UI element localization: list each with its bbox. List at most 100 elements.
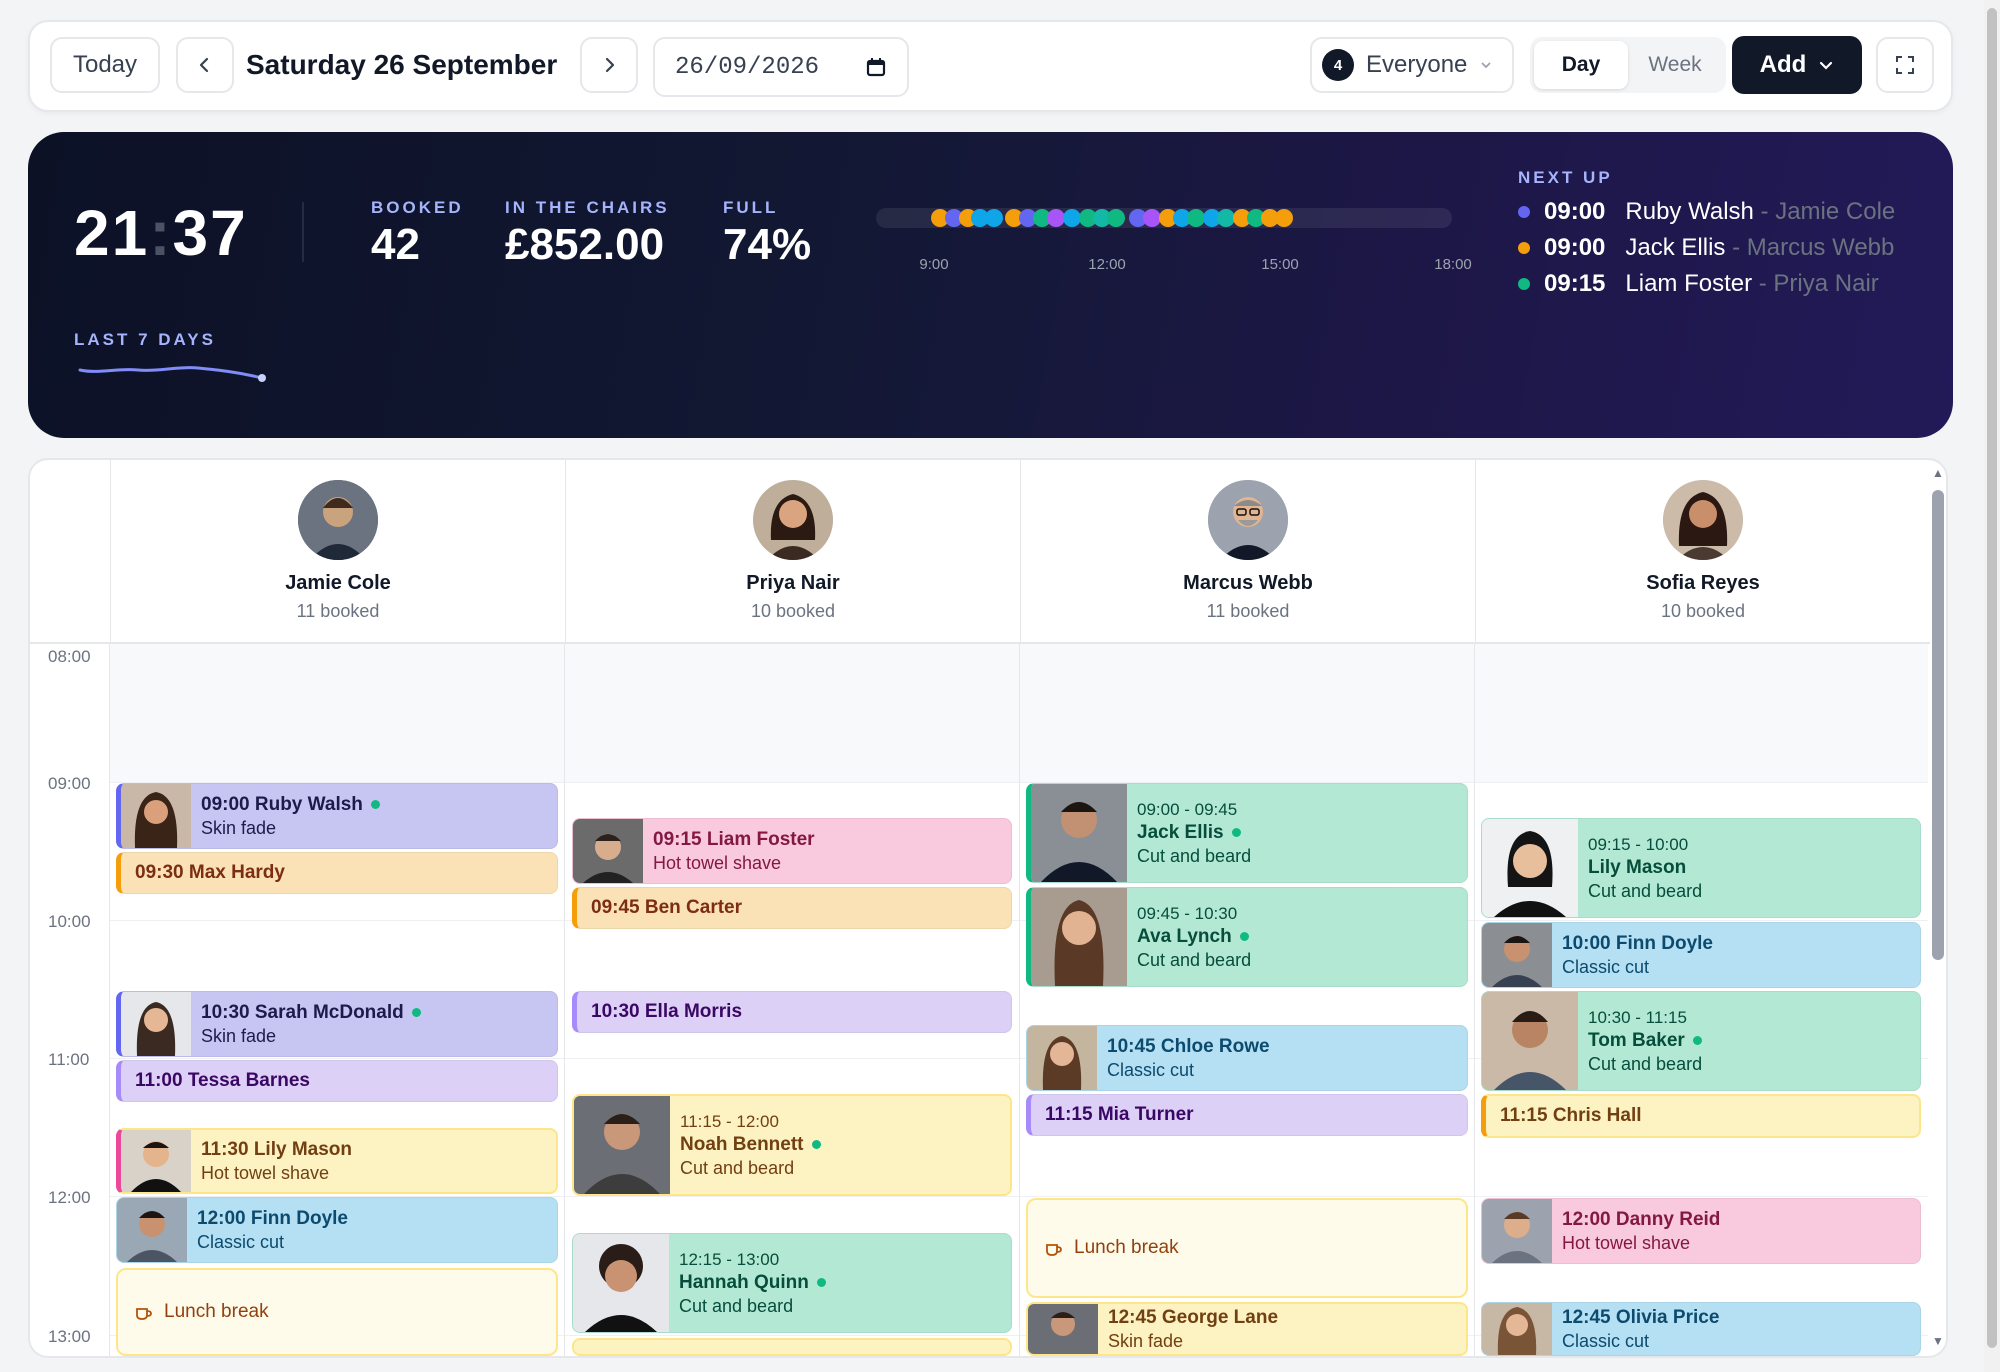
add-button[interactable]: Add: [1732, 36, 1862, 94]
appointment-card[interactable]: 12:00 Danny Reid Hot towel shave: [1481, 1198, 1921, 1264]
client-photo: [1482, 992, 1578, 1090]
appointment-card[interactable]: 09:30 Max Hardy: [116, 852, 558, 894]
client-photo: [1031, 784, 1127, 882]
timeline-tick: 18:00: [1434, 256, 1472, 273]
next-up-item[interactable]: 09:15 Liam Foster - Priya Nair: [1518, 270, 1879, 298]
appointment-card[interactable]: 12:00 Finn Doyle Classic cut: [116, 1197, 558, 1263]
appointment-card[interactable]: 11:15 - 12:00 Noah Bennett Cut and beard: [572, 1094, 1012, 1196]
expand-icon: [1896, 56, 1914, 74]
client-photo: [1482, 1199, 1552, 1263]
appointment-card[interactable]: 11:00 Tessa Barnes: [116, 1060, 558, 1102]
checked-in-dot: [811, 1140, 821, 1149]
appointment-card[interactable]: 10:45 Chloe Rowe Classic cut: [1026, 1025, 1468, 1091]
checked-in-dot: [1231, 828, 1241, 837]
hero-divider: [302, 202, 304, 262]
appointment-card[interactable]: 11:15 Chris Hall: [1481, 1094, 1921, 1138]
calendar-scrollbar-thumb[interactable]: [1932, 490, 1944, 960]
appointment-card[interactable]: 09:45 - 10:30 Ava Lynch Cut and beard: [1026, 887, 1468, 987]
chevron-down-icon: [1481, 62, 1492, 69]
hour-label: 09:00: [48, 774, 91, 793]
hour-label: 13:00: [48, 1327, 91, 1346]
timeline-tick: 9:00: [919, 256, 949, 273]
client-photo: [573, 1234, 669, 1332]
staff-column-priya[interactable]: Priya Nair 10 booked: [565, 460, 1020, 644]
checked-in-dot: [1239, 932, 1249, 941]
avatar: [298, 480, 378, 560]
next-day-button[interactable]: [580, 37, 638, 93]
checked-in-dot: [816, 1278, 826, 1287]
client-photo: [573, 819, 643, 883]
appointment-card[interactable]: 10:00 Finn Doyle Classic cut: [1481, 922, 1921, 988]
client-photo: [121, 1130, 191, 1192]
chevron-right-icon: [605, 57, 615, 73]
staff-column-marcus[interactable]: Marcus Webb 11 booked: [1020, 460, 1475, 644]
appointment-card[interactable]: 10:30 - 11:15 Tom Baker Cut and beard: [1481, 991, 1921, 1091]
staff-column-sofia[interactable]: Sofia Reyes 10 booked: [1475, 460, 1930, 644]
client-photo: [121, 992, 191, 1056]
scroll-down-arrow[interactable]: ▼: [1932, 1334, 1944, 1348]
timeline-tick: 12:00: [1088, 256, 1126, 273]
date-picker-input[interactable]: 26/09/2026: [653, 37, 909, 97]
previous-day-button[interactable]: [176, 37, 234, 93]
stat-full: FULL 74%: [723, 198, 812, 269]
lunch-break-block[interactable]: Lunch break: [116, 1268, 558, 1356]
appointment-card[interactable]: 09:00 - 09:45 Jack Ellis Cut and beard: [1026, 783, 1468, 883]
status-dot: [1518, 242, 1530, 254]
today-button[interactable]: Today: [50, 37, 160, 93]
appointment-card[interactable]: 09:15 Liam Foster Hot towel shave: [572, 818, 1012, 884]
appointment-card[interactable]: 11:30 Lily Mason Hot towel shave: [116, 1128, 558, 1194]
appointment-card[interactable]: 10:30 Sarah McDonald Skin fade: [116, 991, 558, 1057]
appointment-card[interactable]: 09:00 Ruby Walsh Skin fade: [116, 783, 558, 849]
view-week-tab[interactable]: Week: [1628, 41, 1722, 89]
avatar: [1208, 480, 1288, 560]
checked-in-dot: [411, 1008, 421, 1017]
page-scrollbar-thumb[interactable]: [1987, 8, 1997, 1348]
staff-filter-dropdown[interactable]: 4 Everyone: [1310, 37, 1514, 93]
lunch-break-block[interactable]: Lunch break: [1026, 1198, 1468, 1298]
chevron-down-icon: [1820, 61, 1833, 70]
client-photo: [117, 1198, 187, 1262]
next-up-label: NEXT UP: [1518, 168, 1613, 187]
date-input-value: 26/09/2026: [675, 53, 820, 81]
appointment-card[interactable]: 10:30 Ella Morris: [572, 991, 1012, 1033]
calendar-icon[interactable]: [865, 56, 887, 78]
day-timeline: [876, 208, 1452, 228]
staff-header-row: Jamie Cole 11 booked Priya Nair 10 booke…: [30, 460, 1930, 644]
avatar: [1663, 480, 1743, 560]
client-photo: [1482, 1303, 1552, 1355]
next-up-item[interactable]: 09:00 Ruby Walsh - Jamie Cole: [1518, 198, 1895, 226]
date-title: Saturday 26 September: [246, 49, 558, 80]
status-dot: [1518, 206, 1530, 218]
timeline-tick: 15:00: [1261, 256, 1299, 273]
view-day-tab[interactable]: Day: [1534, 41, 1628, 89]
scroll-up-arrow[interactable]: ▲: [1932, 466, 1944, 480]
column-divider: [1019, 644, 1020, 1356]
next-up-item[interactable]: 09:00 Jack Ellis - Marcus Webb: [1518, 234, 1894, 262]
hour-label: 08:00: [48, 647, 91, 666]
hour-label: 10:00: [48, 912, 91, 931]
appointment-card[interactable]: 12:45 Olivia Price Classic cut: [1481, 1302, 1921, 1356]
coffee-icon: [1046, 1244, 1062, 1256]
staff-filter-label: Everyone: [1366, 51, 1468, 78]
appointment-card[interactable]: 11:15 Mia Turner: [1026, 1094, 1468, 1136]
checked-in-dot: [1692, 1036, 1702, 1045]
last-7-days-label: LAST 7 DAYS: [74, 330, 216, 349]
stat-booked: BOOKED 42: [371, 198, 464, 269]
appointment-card[interactable]: 12:15 - 13:00 Hannah Quinn Cut and beard: [572, 1233, 1012, 1333]
appointment-card[interactable]: 09:45 Ben Carter: [572, 887, 1012, 929]
hour-label: 11:00: [48, 1050, 90, 1069]
column-divider: [1474, 644, 1475, 1356]
last-7-days-sparkline: [78, 366, 266, 382]
appointment-card[interactable]: [572, 1338, 1012, 1356]
client-photo: [574, 1096, 670, 1194]
stat-in-the-chairs: IN THE CHAIRS £852.00: [505, 198, 670, 269]
view-switcher: Day Week: [1530, 37, 1726, 93]
add-button-label: Add: [1759, 51, 1807, 78]
fullscreen-button[interactable]: [1876, 37, 1934, 93]
hour-label: 12:00: [48, 1188, 91, 1207]
appointment-card[interactable]: 12:45 George Lane Skin fade: [1026, 1302, 1468, 1356]
staff-column-jamie[interactable]: Jamie Cole 11 booked: [110, 460, 565, 644]
current-time: 21:37: [74, 197, 248, 269]
checked-in-dot: [370, 800, 380, 809]
appointment-card[interactable]: 09:15 - 10:00 Lily Mason Cut and beard: [1481, 818, 1921, 918]
